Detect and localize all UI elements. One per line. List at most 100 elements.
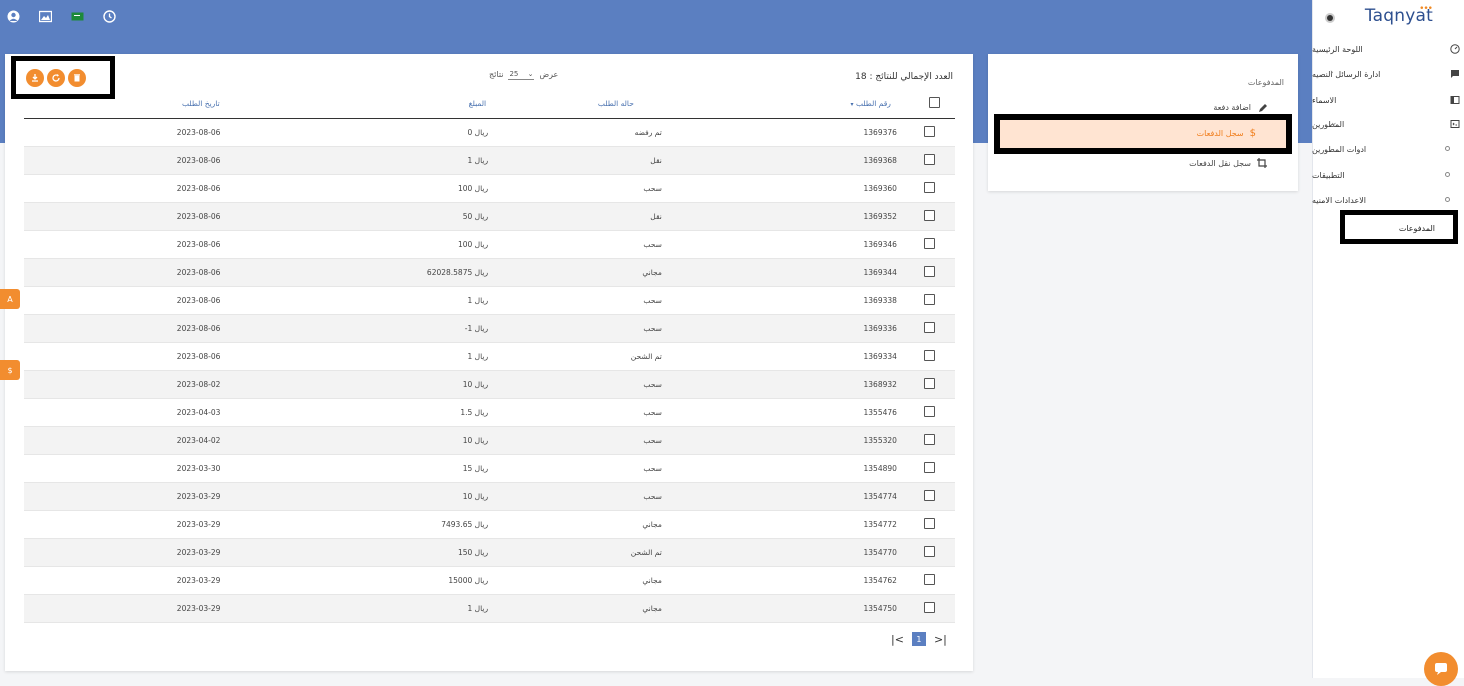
row-checkbox[interactable]	[924, 265, 936, 277]
sidebar-subitem-dev-tools[interactable]: ادوات المطورين	[1312, 138, 1464, 160]
table-row[interactable]: 2023-03-29 150 ريال تم الشحن 1354770	[24, 538, 955, 567]
column-header-date[interactable]: تاريخ الطلب	[24, 90, 229, 119]
column-header-order-number[interactable]: ▾ رقم الطلب	[669, 90, 905, 119]
sidebar-item-dashboard[interactable]: اللوحة الرئيسية	[1312, 38, 1464, 60]
row-checkbox[interactable]	[924, 405, 936, 417]
row-checkbox[interactable]	[924, 125, 936, 137]
row-checkbox[interactable]	[924, 153, 936, 165]
row-checkbox[interactable]	[924, 209, 936, 221]
table-row[interactable]: 2023-03-29 10 ريال سحب 1354774	[24, 482, 955, 511]
status-cell: مجاني	[494, 510, 670, 539]
payments-log-label: سجل الدفعات	[1196, 129, 1244, 138]
table-row[interactable]: 2023-08-06 -1 ريال سحب 1369336	[24, 314, 955, 343]
order-number-cell: 1368932	[669, 370, 905, 399]
trash-icon	[74, 73, 80, 81]
table-row[interactable]: 2023-08-06 100 ريال سحب 1369360	[24, 174, 955, 203]
order-number-cell: 1369338	[669, 286, 905, 315]
row-checkbox[interactable]	[924, 237, 936, 249]
row-checkbox[interactable]	[924, 433, 936, 445]
table-row[interactable]: 2023-03-30 15 ريال سحب 1354890	[24, 454, 955, 483]
row-checkbox[interactable]	[924, 181, 936, 193]
table-row[interactable]: 2023-08-02 10 ريال سحب 1368932	[24, 370, 955, 399]
row-checkbox[interactable]	[924, 293, 936, 305]
delete-button[interactable]	[68, 68, 86, 87]
logo[interactable]: Taqnyat	[1365, 6, 1433, 26]
select-all-checkbox[interactable]	[929, 97, 941, 109]
crop-icon	[1257, 158, 1268, 169]
refresh-button[interactable]	[47, 68, 65, 87]
amount-cell: 100 ريال	[228, 230, 495, 259]
order-number-cell: 1369336	[669, 314, 905, 343]
table-row[interactable]: 2023-08-06 0 ريال تم رفضه 1369376	[24, 118, 955, 147]
row-checkbox[interactable]	[924, 517, 936, 529]
sidebar-subitem-apps[interactable]: التطبيقات	[1312, 164, 1464, 186]
row-select-cell	[904, 230, 955, 259]
page-size-select[interactable]: 25 ⌄	[508, 69, 535, 80]
table-row[interactable]: 2023-03-29 15000 ريال مجاني 1354762	[24, 566, 955, 595]
top-icons	[6, 9, 116, 23]
row-checkbox[interactable]	[924, 573, 936, 585]
status-cell: مجاني	[494, 258, 670, 287]
order-number-cell: 1354750	[669, 594, 905, 623]
table-row[interactable]: 2023-08-06 1 ريال نقل 1369368	[24, 146, 955, 175]
table-row[interactable]: 2023-08-06 62028.5875 ريال مجاني 1369344	[24, 258, 955, 287]
column-header-status[interactable]: حاله الطلب	[494, 90, 670, 119]
row-select-cell	[904, 146, 955, 175]
select-all-cell	[904, 90, 955, 119]
transfer-log-item[interactable]: سجل نقل الدفعات	[1189, 158, 1268, 169]
status-cell: مجاني	[494, 566, 670, 595]
table-row[interactable]: 2023-03-29 1 ريال مجاني 1354750	[24, 594, 955, 623]
current-page[interactable]: 1	[911, 632, 926, 646]
table-row[interactable]: 2023-08-06 50 ريال نقل 1369352	[24, 202, 955, 231]
dev-icon	[1449, 118, 1460, 129]
download-button[interactable]	[26, 68, 44, 87]
side-tab-balance[interactable]: $	[0, 360, 20, 380]
sidebar-subitem-security[interactable]: الاعدادات الامنيه	[1312, 189, 1464, 211]
order-number-cell: 1369376	[669, 118, 905, 147]
chat-button[interactable]	[1424, 652, 1458, 686]
row-select-cell	[904, 118, 955, 147]
payments-log-item[interactable]: سجل الدفعات $	[994, 114, 1292, 154]
sidebar-item-developers[interactable]: ⌄ المطورين	[1312, 113, 1464, 135]
sidebar-item-label: ادوات المطورين	[1312, 144, 1367, 154]
table-row[interactable]: 2023-08-06 1 ريال تم الشحن 1369334	[24, 342, 955, 371]
sidebar-toggle-icon[interactable]	[1327, 15, 1333, 21]
order-number-cell: 1354774	[669, 482, 905, 511]
row-select-cell	[904, 454, 955, 483]
row-checkbox[interactable]	[924, 349, 936, 361]
table-row[interactable]: 2023-08-06 100 ريال سحب 1369346	[24, 230, 955, 259]
image-icon[interactable]	[38, 9, 52, 23]
table-row[interactable]: 2023-04-03 1.5 ريال سحب 1355476	[24, 398, 955, 427]
add-payment-item[interactable]: اضافة دفعة	[1213, 102, 1268, 113]
row-checkbox[interactable]	[924, 461, 936, 473]
sidebar-item-names[interactable]: الاسماء	[1312, 89, 1464, 111]
amount-cell: 62028.5875 ريال	[228, 258, 495, 287]
row-checkbox[interactable]	[924, 601, 936, 613]
order-date-cell: 2023-03-29	[24, 594, 229, 623]
table-row[interactable]: 2023-03-29 7493.65 ريال مجاني 1354772	[24, 510, 955, 539]
status-cell: سحب	[494, 398, 670, 427]
clock-icon[interactable]	[102, 9, 116, 23]
row-select-cell	[904, 342, 955, 371]
row-checkbox[interactable]	[924, 489, 936, 501]
sidebar-item-label: الاعدادات الامنيه	[1312, 195, 1367, 205]
table-row[interactable]: 2023-04-02 10 ريال سحب 1355320	[24, 426, 955, 455]
side-tab-accessibility[interactable]: A	[0, 289, 20, 309]
table-row[interactable]: 2023-08-06 1 ريال سحب 1369338	[24, 286, 955, 315]
dollar-icon: $	[1249, 128, 1256, 139]
column-header-amount[interactable]: المبلغ	[228, 90, 495, 119]
sidebar-item-label: المدفوعات	[1398, 224, 1435, 233]
amount-cell: 100 ريال	[228, 174, 495, 203]
row-checkbox[interactable]	[924, 321, 936, 333]
last-page-button[interactable]: >|	[934, 633, 947, 646]
sidebar-item-payments[interactable]: المدفوعات	[1340, 210, 1458, 244]
user-icon[interactable]	[6, 9, 20, 23]
row-checkbox[interactable]	[924, 545, 936, 557]
bullet-icon	[1445, 172, 1450, 177]
sidebar-item-sms[interactable]: ‹ ادارة الرسائل النصيه	[1312, 63, 1464, 85]
row-checkbox[interactable]	[924, 377, 936, 389]
amount-cell: 1 ريال	[228, 342, 495, 371]
page-size-control: عرض 25 ⌄ نتائج	[489, 69, 558, 80]
first-page-button[interactable]: |<	[891, 633, 904, 646]
flag-icon[interactable]	[70, 9, 84, 23]
